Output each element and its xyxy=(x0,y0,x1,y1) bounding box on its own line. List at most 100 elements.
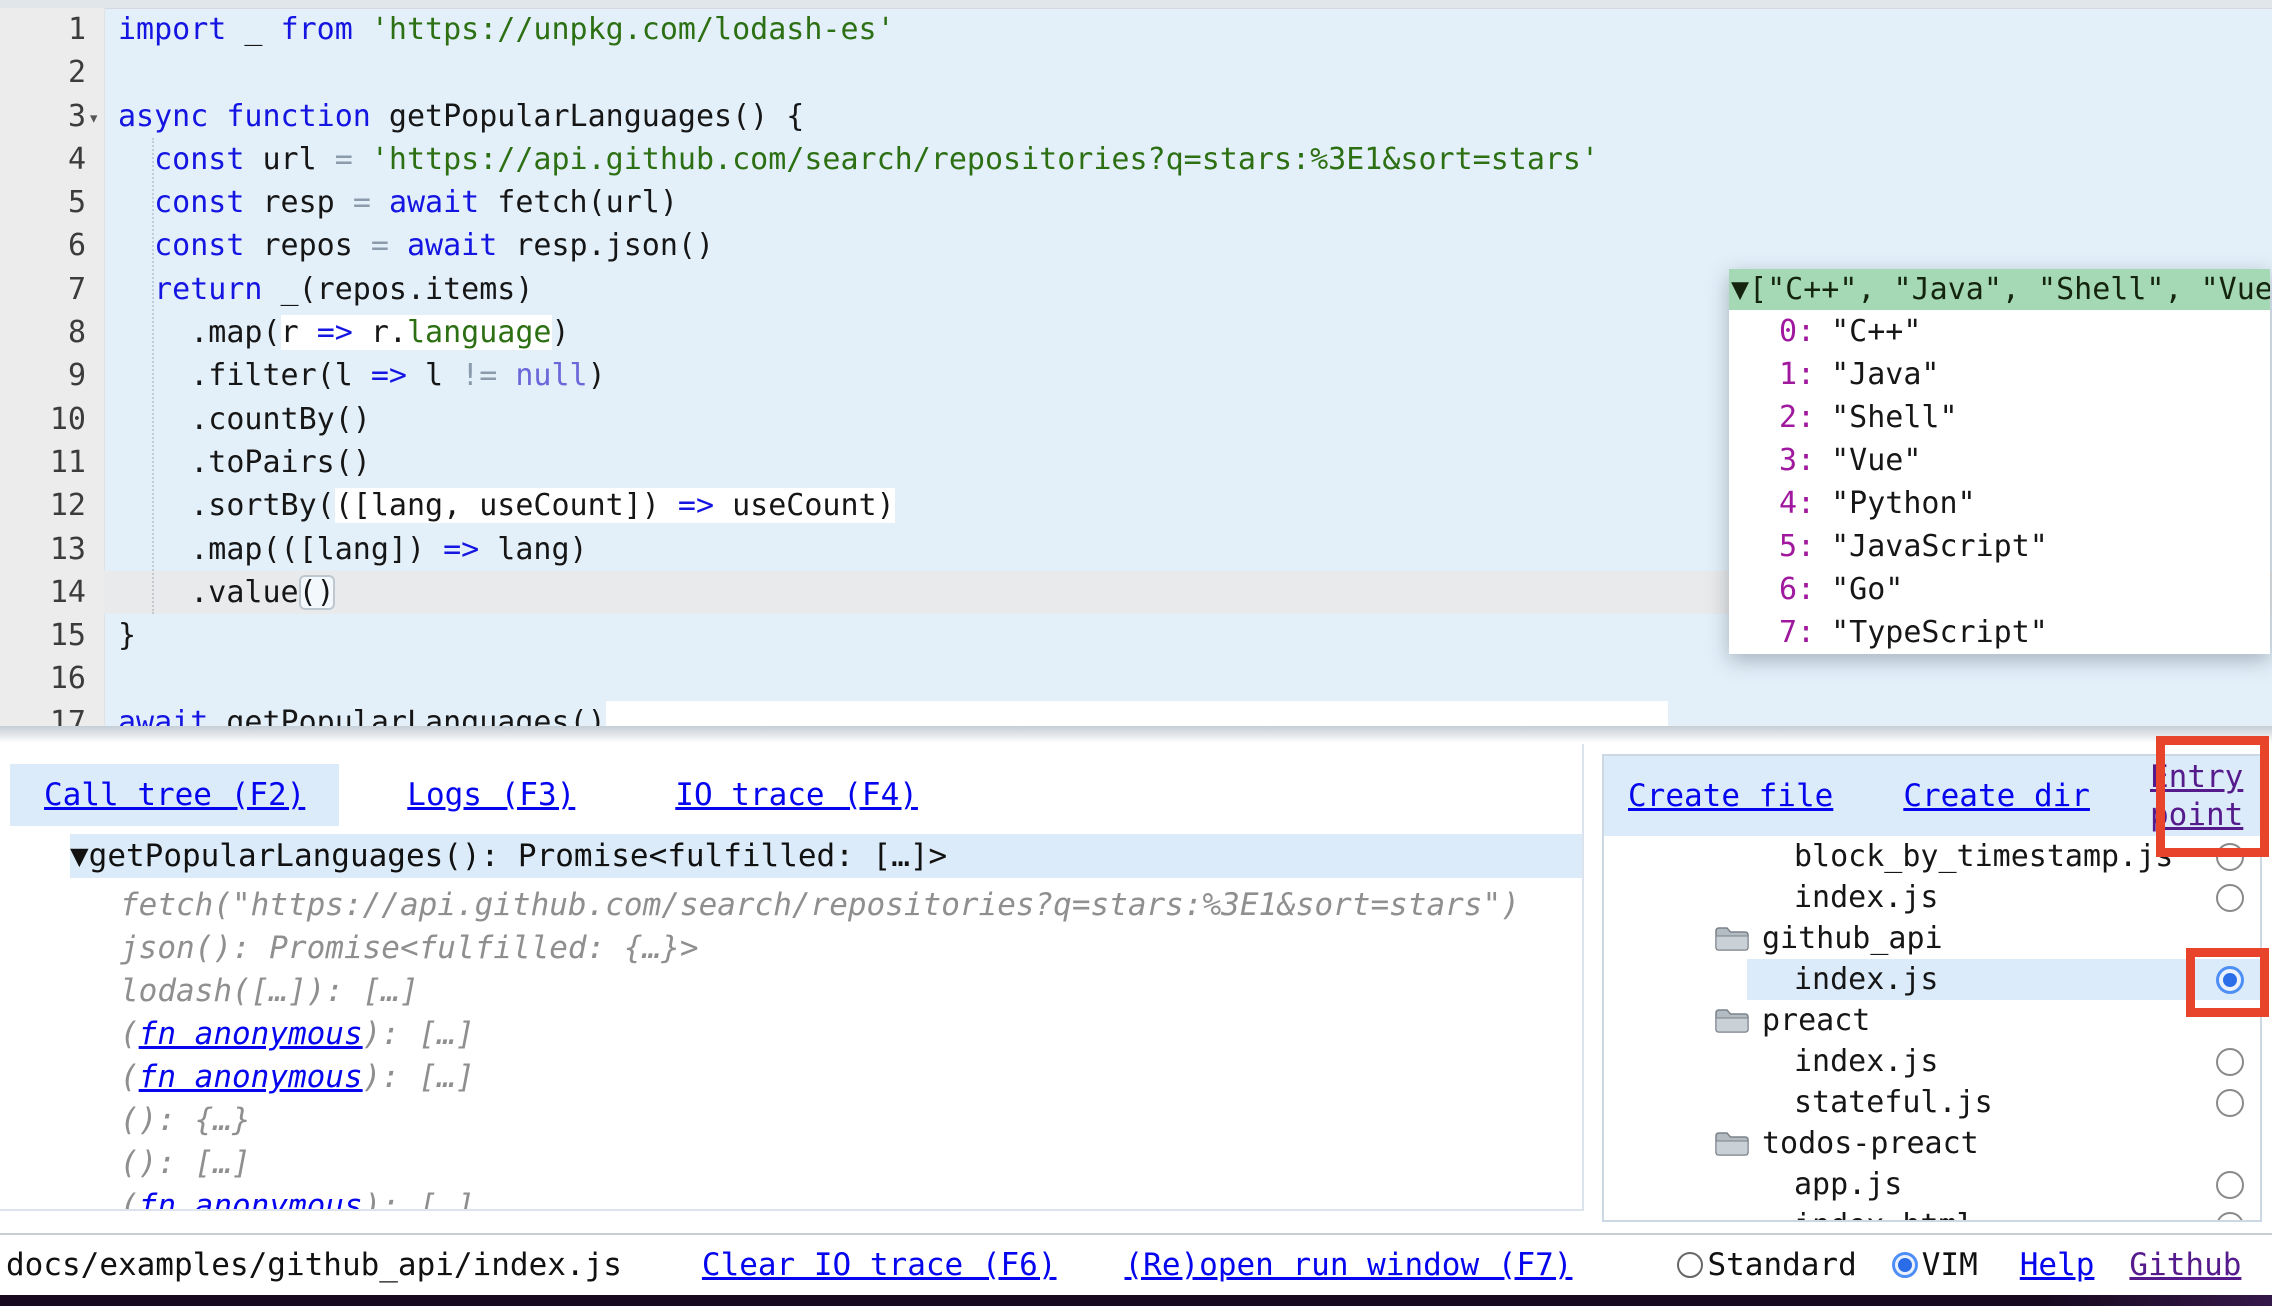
entry-point-radio[interactable] xyxy=(2216,1171,2244,1199)
code-line-17[interactable]: 17await getPopularLanguages() xyxy=(0,701,2272,726)
code-text: await getPopularLanguages() xyxy=(118,701,1668,726)
code-token: => xyxy=(317,315,353,350)
call-tree-row[interactable]: json(): Promise<fulfilled: {…}> xyxy=(120,927,1582,970)
code-token: => xyxy=(371,358,407,393)
code-token xyxy=(389,228,407,263)
folder-item[interactable]: todos-preact xyxy=(1604,1123,2260,1164)
call-tree-root-row[interactable]: ▼getPopularLanguages(): Promise<fulfille… xyxy=(70,834,1582,878)
anonymous-fn-link[interactable]: fn anonymous xyxy=(139,1059,363,1095)
inspector-item-value: "TypeScript" xyxy=(1831,615,2048,650)
file-item[interactable]: app.js xyxy=(1604,1164,2260,1205)
vim-radio[interactable] xyxy=(1892,1252,1918,1278)
call-tree-row[interactable]: lodash([…]): […] xyxy=(120,970,1582,1013)
anonymous-fn-link[interactable]: fn anonymous xyxy=(139,1188,363,1211)
create-dir-button[interactable]: Create dir xyxy=(1903,778,2090,814)
line-number: 7 xyxy=(0,268,86,311)
reopen-run-window-button[interactable]: (Re)open run window (F7) xyxy=(1125,1247,1573,1283)
inspector-array-header[interactable]: ▼["C++", "Java", "Shell", "Vue", "Python… xyxy=(1729,269,2270,310)
code-token: = xyxy=(335,142,353,177)
line-number: 13 xyxy=(0,528,86,571)
inspector-item-index: 1: xyxy=(1779,357,1815,392)
folder-icon xyxy=(1714,1129,1750,1159)
anonymous-fn-link[interactable]: fn anonymous xyxy=(139,1016,363,1052)
annotation-box-entry-point xyxy=(2156,736,2269,857)
folder-item[interactable]: github_api xyxy=(1604,918,2260,959)
line-number: 10 xyxy=(0,398,86,441)
call-tree-row[interactable]: (): {…} xyxy=(120,1099,1582,1142)
code-token: => xyxy=(678,488,714,523)
call-tree-row[interactable]: (fn anonymous): […] xyxy=(120,1056,1582,1099)
code-token: .map( xyxy=(118,315,281,350)
editor-bottom-shadow xyxy=(0,726,2272,743)
call-tree-row[interactable]: (fn anonymous): […] xyxy=(120,1013,1582,1056)
inspector-item-value: "Shell" xyxy=(1831,400,1957,435)
inspector-item-value: "C++" xyxy=(1831,314,1921,349)
code-token: _ xyxy=(226,12,280,47)
value-inspector-popup[interactable]: ▼["C++", "Java", "Shell", "Vue", "Python… xyxy=(1729,269,2270,654)
code-token: ) xyxy=(588,358,606,393)
entry-point-radio[interactable] xyxy=(2216,1089,2244,1117)
line-number: 9 xyxy=(0,354,86,397)
file-name: stateful.js xyxy=(1794,1085,1993,1120)
line-number: 15 xyxy=(0,614,86,657)
code-line-1[interactable]: 1import _ from 'https://unpkg.com/lodash… xyxy=(0,8,2272,51)
code-token: async xyxy=(118,99,208,134)
tab-logs[interactable]: Logs (F3) xyxy=(407,777,575,813)
file-item[interactable]: index.js xyxy=(1604,959,2260,1000)
code-token: await xyxy=(407,228,497,263)
call-tree-row[interactable]: (): […] xyxy=(120,1142,1582,1185)
code-line-5[interactable]: 5 const resp = await fetch(url) xyxy=(0,181,2272,224)
inspector-item-value: "Go" xyxy=(1831,572,1903,607)
code-token: fetch(url) xyxy=(479,185,678,220)
app-window: 1import _ from 'https://unpkg.com/lodash… xyxy=(0,0,2272,1306)
entry-point-radio[interactable] xyxy=(2216,884,2244,912)
fold-arrow-icon[interactable]: ▾ xyxy=(88,97,99,140)
code-line-3[interactable]: 3▾async function getPopularLanguages() { xyxy=(0,95,2272,138)
code-line-2[interactable]: 2 xyxy=(0,51,2272,94)
code-token: 'https://api.github.com/search/repositor… xyxy=(371,142,1599,177)
code-token: => xyxy=(443,532,479,567)
keybindings-vim-option[interactable]: VIM xyxy=(1892,1247,1978,1283)
tab-call[interactable]: Call tree (F2) xyxy=(10,764,339,826)
entry-point-radio[interactable] xyxy=(2216,1048,2244,1076)
folder-item[interactable]: preact xyxy=(1604,1000,2260,1041)
code-text: .filter(l => l != null) xyxy=(118,354,606,397)
code-token: 'https://unpkg.com/lodash-es' xyxy=(371,12,895,47)
folder-icon xyxy=(1714,1006,1750,1036)
code-token xyxy=(118,142,154,177)
file-list: block_by_timestamp.jsindex.jsgithub_apii… xyxy=(1604,836,2260,1222)
keybindings-standard-option[interactable]: Standard xyxy=(1677,1247,1856,1283)
call-tree-row[interactable]: fetch("https://api.github.com/search/rep… xyxy=(120,884,1582,927)
code-token: != xyxy=(461,358,497,393)
tab-io[interactable]: IO trace (F4) xyxy=(675,777,918,813)
line-number: 14 xyxy=(0,571,86,614)
folder-label-wrap: github_api xyxy=(1714,921,1943,956)
code-token: getPopularLanguages() xyxy=(208,705,605,726)
line-number: 4 xyxy=(0,138,86,181)
call-tree-row[interactable]: (fn anonymous): […] xyxy=(120,1185,1582,1211)
code-line-4[interactable]: 4 const url = 'https://api.github.com/se… xyxy=(0,138,2272,181)
help-link[interactable]: Help xyxy=(2020,1247,2095,1283)
file-item[interactable]: index.js xyxy=(1604,877,2260,918)
status-bar: docs/examples/github_api/index.js Clear … xyxy=(0,1233,2272,1295)
file-item[interactable]: index.js xyxy=(1604,1041,2260,1082)
code-token: lang) xyxy=(479,532,587,567)
panel-tabs: Call tree (F2) Logs (F3) IO trace (F4) xyxy=(10,764,1582,826)
standard-radio[interactable] xyxy=(1677,1252,1703,1278)
code-line-6[interactable]: 6 const repos = await resp.json() xyxy=(0,224,2272,267)
code-token xyxy=(208,99,226,134)
code-line-16[interactable]: 16 xyxy=(0,657,2272,700)
file-item[interactable]: index.html xyxy=(1604,1205,2260,1222)
github-link[interactable]: Github xyxy=(2129,1247,2241,1283)
entry-point-radio[interactable] xyxy=(2216,1212,2244,1223)
inspector-item-value: "Vue" xyxy=(1831,443,1921,478)
line-number: 8 xyxy=(0,311,86,354)
code-text: .map(([lang]) => lang) xyxy=(118,528,588,571)
clear-io-trace-button[interactable]: Clear IO trace (F6) xyxy=(702,1247,1057,1283)
file-item[interactable]: stateful.js xyxy=(1604,1082,2260,1123)
vim-label: VIM xyxy=(1922,1247,1978,1283)
code-token: repos xyxy=(244,228,370,263)
line-number: 11 xyxy=(0,441,86,484)
inspector-item-index: 4: xyxy=(1779,486,1815,521)
create-file-button[interactable]: Create file xyxy=(1628,778,1833,814)
